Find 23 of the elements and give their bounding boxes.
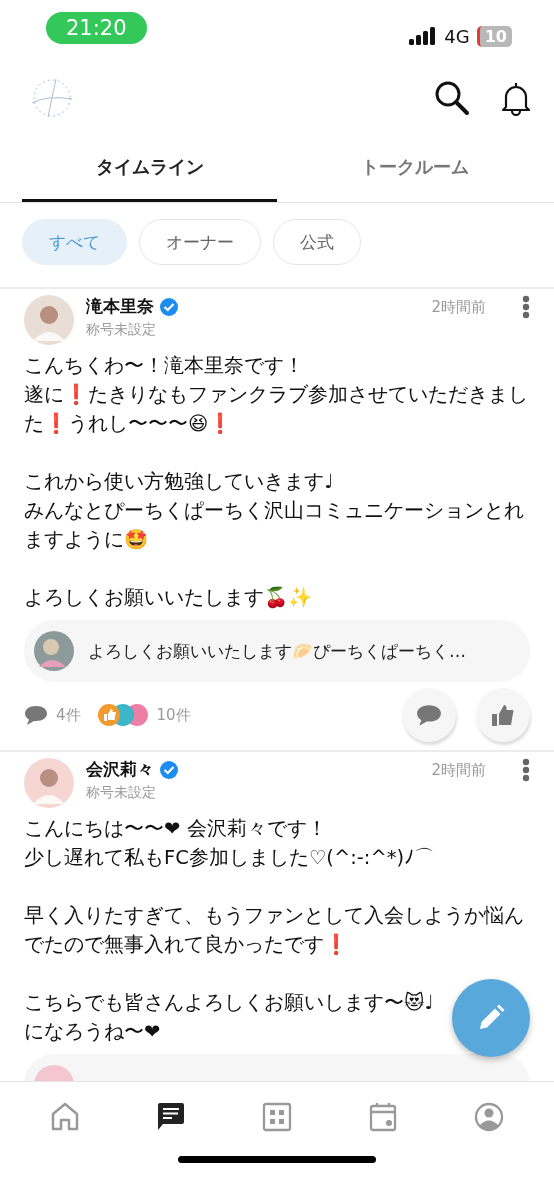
tab[interactable]: タイムライン [22,134,277,202]
post-time: 2時間前 [431,761,486,780]
post-text: こんちくわ〜！滝本里奈です！ 遂に❗たきりなもファンクラブ参加させていただきまし た❗うれし〜〜〜😆❗ [24,353,528,437]
post-text: こんにちは〜〜❤ 会沢莉々です！ 少し遅れて私もFC参加しました♡(^:-:^*)ﾉ⌒ [24,816,435,871]
post-text: こちらでも皆さんよろしくお願いします〜😻♩ になろうね〜❤ [24,990,434,1045]
filter-chip[interactable]: オーナー [139,219,261,265]
user-title: 称号未設定 [86,321,157,339]
post-text: 早く入りたすぎて、もうファンとして入会しようか悩ん でたので無事入れて良かったです❗ [24,903,524,958]
comment-preview[interactable]: よろしくお願いいたします🥟ぴーちくぱーちく… [24,620,530,682]
post-time: 2時間前 [431,298,486,317]
post-text: よろしくお願いいたします🍒✨ [24,585,312,611]
battery-level: 10 [476,25,512,47]
comment-text: よろしくお願いいたします🥟ぴーちくぱーちく… [88,639,466,663]
post-text: これから使い方勉強していきます♩ みんなとぴーちくぱーちく沢山コミュニケーションとれ ますように🤩 [24,469,524,553]
author-name[interactable]: 会沢莉々 [86,758,154,781]
status-time: 21:20 [46,12,147,44]
comment-count: 4件 [56,705,81,725]
reaction-count: 10件 [156,705,191,725]
author-name[interactable]: 滝本里奈 [86,295,154,318]
tab[interactable]: トークルーム [287,134,542,202]
network-label: 4G [444,25,470,47]
filter-chip[interactable]: 公式 [273,219,361,265]
user-title: 称号未設定 [86,784,157,802]
